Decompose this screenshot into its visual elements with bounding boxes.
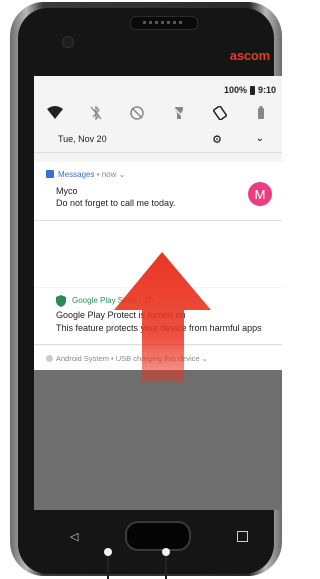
auto-rotate-icon[interactable] — [212, 105, 228, 121]
battery-percent: 100% — [223, 85, 247, 95]
notification-app-header: Android System • USB charging this devic… — [56, 354, 208, 363]
messages-app-icon — [46, 170, 54, 178]
notification-title: Myco — [56, 186, 78, 196]
avatar: M — [248, 182, 272, 206]
notification-body: Do not forget to call me today. — [56, 198, 176, 208]
flashlight-icon[interactable] — [171, 105, 187, 121]
status-bar: 100% 9:10 — [34, 76, 282, 102]
notification-play-protect[interactable]: Google Play Store • 2h ⌄ Google Play Pro… — [34, 288, 282, 345]
notification-spacer — [34, 221, 282, 287]
notification-title: Google Play Protect is turned on — [56, 310, 186, 320]
notification-messages[interactable]: Messages • now ⌄ Myco Do not forget to c… — [34, 162, 282, 221]
notification-app-header: Google Play Store • 2h ⌄ — [72, 296, 162, 305]
home-button[interactable] — [124, 521, 191, 551]
earpiece-speaker — [130, 16, 198, 30]
brand-logo: ascom — [229, 48, 270, 63]
callout-line — [107, 556, 109, 579]
battery-icon — [249, 85, 255, 95]
back-icon[interactable]: ◁ — [70, 530, 78, 543]
phone-screen: 100% 9:10 Tue, Nov 20 ⚙ ⌄ Messages • now… — [34, 76, 282, 510]
callout-line — [165, 556, 167, 579]
android-system-icon — [46, 355, 53, 362]
notification-body: This feature protects your device from h… — [56, 323, 262, 333]
date-row: Tue, Nov 20 ⚙ ⌄ — [34, 126, 282, 153]
chevron-down-icon[interactable]: ⌄ — [256, 133, 264, 144]
front-camera-icon — [62, 36, 74, 48]
recents-icon[interactable] — [237, 530, 248, 542]
callout-dot — [104, 548, 112, 556]
shield-icon — [56, 294, 66, 307]
notification-app-name: Messages — [58, 170, 95, 179]
clock: 9:10 — [257, 85, 276, 95]
notification-app-header: Messages • now ⌄ — [58, 170, 125, 179]
notification-android-system[interactable]: Android System • USB charging this devic… — [34, 346, 282, 370]
wifi-icon[interactable] — [46, 105, 63, 121]
bluetooth-off-icon[interactable] — [88, 105, 104, 121]
quick-settings-row — [34, 102, 282, 124]
date-label: Tue, Nov 20 — [58, 134, 107, 144]
battery-saver-icon[interactable] — [253, 105, 269, 121]
notification-app-meta: • now ⌄ — [94, 170, 126, 179]
gear-icon[interactable]: ⚙ — [212, 133, 222, 146]
dnd-icon[interactable] — [129, 105, 145, 121]
callout-dot — [162, 548, 170, 556]
navigation-bar: ◁ — [44, 516, 274, 556]
dimmed-background — [34, 370, 282, 510]
